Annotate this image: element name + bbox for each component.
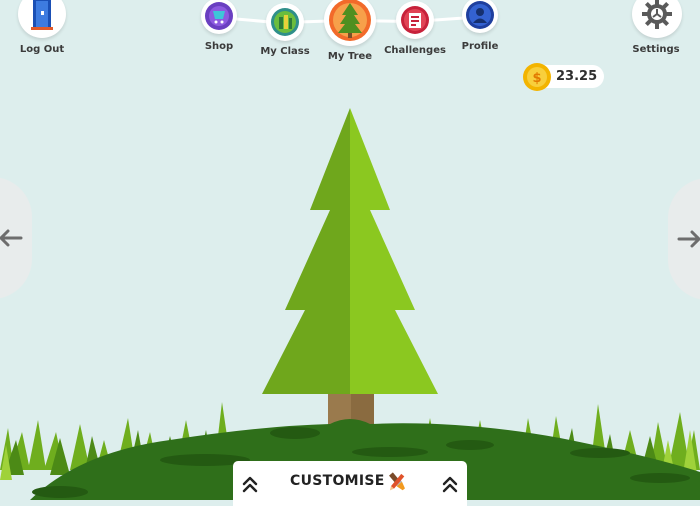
chevron-up-icon[interactable] (242, 475, 258, 493)
chevron-up-icon[interactable] (442, 475, 458, 493)
tree-right-half (350, 108, 438, 394)
customise-button[interactable]: CUSTOMISE (290, 473, 385, 489)
tree-left-half (262, 108, 350, 394)
paintbrush-icon (389, 472, 405, 491)
pine-tree (262, 108, 438, 440)
tree-scene (0, 108, 700, 500)
